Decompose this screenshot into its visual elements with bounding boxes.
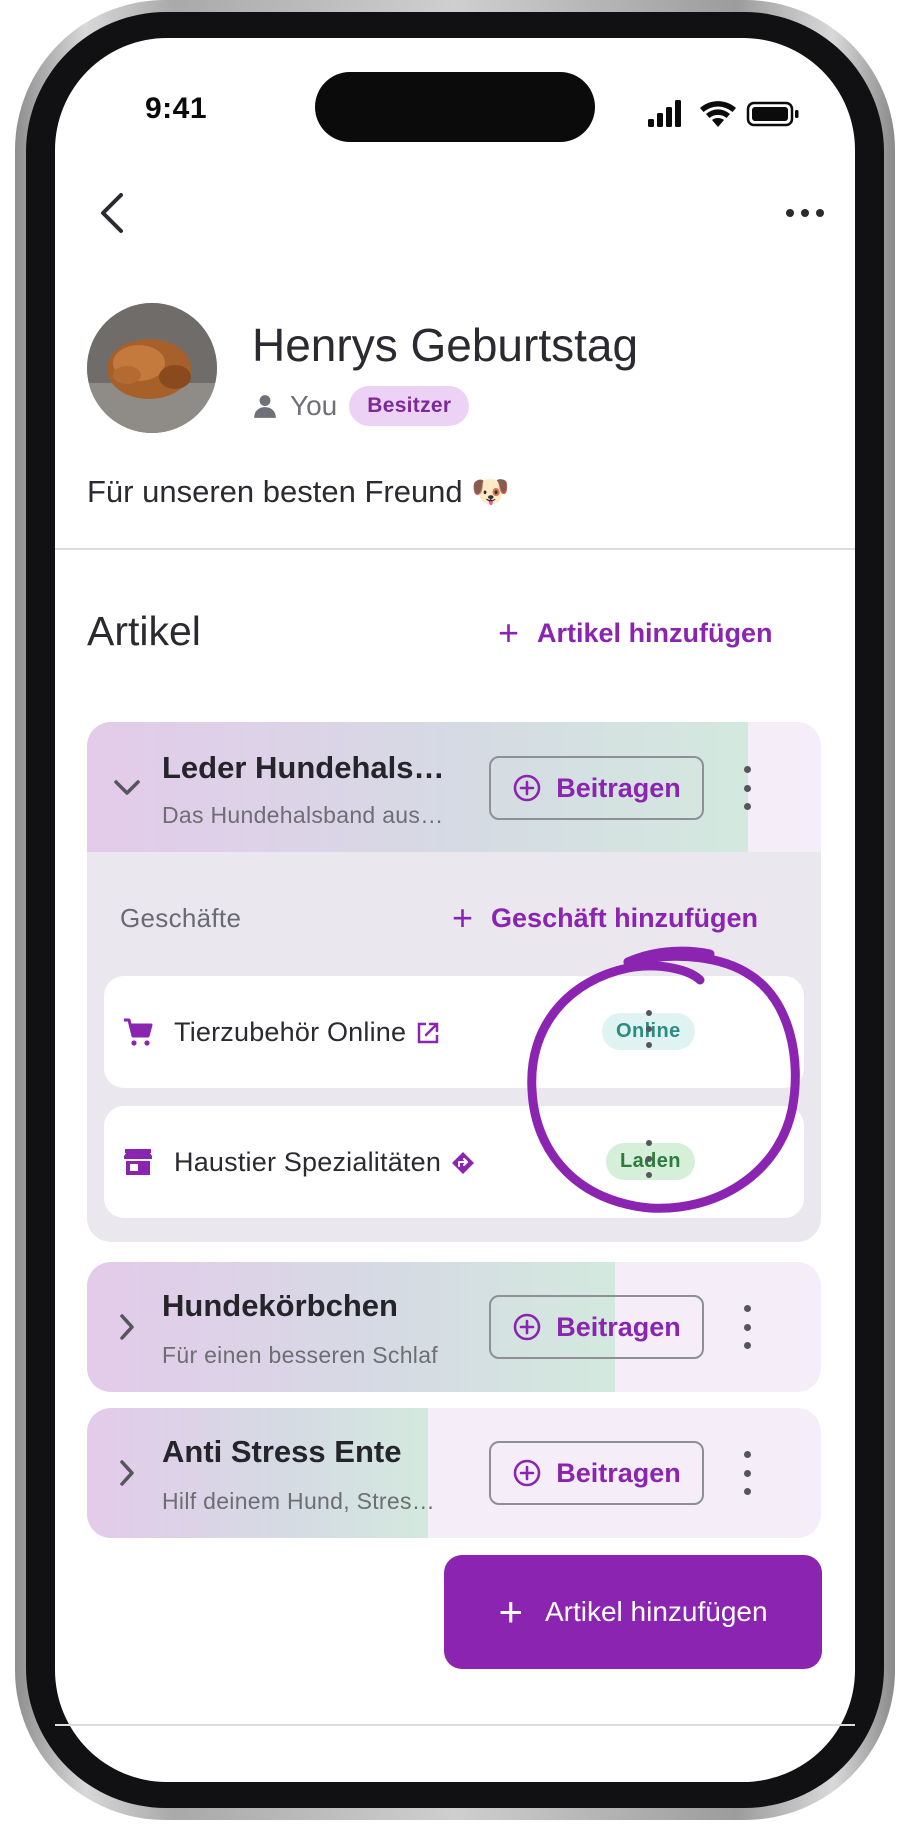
status-time: 9:41 xyxy=(145,92,208,125)
item-card-dog-basket[interactable]: Hundekörbchen Für einen besseren Schlaf … xyxy=(87,1262,821,1392)
item-subtitle: Hilf deinem Hund, Stres… xyxy=(162,1488,436,1514)
person-icon xyxy=(254,395,276,418)
plus-circle-icon xyxy=(513,1459,541,1487)
contribute-button-label: Beitragen xyxy=(556,1457,681,1488)
chevron-right-icon xyxy=(120,1314,134,1340)
item-menu-button[interactable] xyxy=(737,1305,757,1349)
item-name: Hundekörbchen xyxy=(162,1288,398,1323)
plus-circle-icon xyxy=(513,1313,541,1341)
wifi-icon xyxy=(700,101,736,127)
status-icons xyxy=(648,97,808,131)
shop-name: Tierzubehör Online xyxy=(174,1017,407,1047)
event-description: Für unseren besten Freund 🐶 xyxy=(87,474,510,509)
item-name: Anti Stress Ente xyxy=(162,1434,402,1469)
contribute-button-label: Beitragen xyxy=(556,772,681,803)
plus-icon: + xyxy=(452,897,474,938)
contribute-button[interactable]: Beitragen xyxy=(489,756,704,820)
more-button[interactable] xyxy=(780,198,830,228)
owner-row: You Besitzer xyxy=(252,385,470,427)
add-shop-link-label: Geschäft hinzufügen xyxy=(491,902,759,933)
storefront-icon xyxy=(124,1149,152,1175)
contribute-button-label: Beitragen xyxy=(556,1311,681,1342)
back-button[interactable] xyxy=(90,188,134,238)
shop-menu-button[interactable] xyxy=(639,1010,659,1048)
plus-icon: + xyxy=(498,1588,523,1635)
shop-name-wrap: Tierzubehör Online xyxy=(174,1017,440,1048)
plus-icon: + xyxy=(498,612,520,653)
shopping-cart-icon xyxy=(124,1018,153,1046)
plus-circle-icon xyxy=(513,774,541,802)
bottom-divider xyxy=(55,1724,855,1726)
external-link-icon xyxy=(417,1022,439,1043)
add-shop-link[interactable]: + Geschäft hinzufügen xyxy=(452,900,758,936)
item-menu-button[interactable] xyxy=(737,766,757,810)
directions-icon xyxy=(452,1151,475,1174)
event-title: Henrys Geburtstag xyxy=(252,319,639,371)
chevron-left-icon xyxy=(101,193,123,233)
shop-name-wrap: Haustier Spezialitäten xyxy=(174,1147,475,1178)
chevron-down-icon xyxy=(114,780,140,795)
more-horizontal-icon xyxy=(786,209,824,217)
owner-badge: Besitzer xyxy=(349,386,470,426)
item-name: Leder Hundehals… xyxy=(162,750,445,785)
add-item-fab-label: Artikel hinzufügen xyxy=(544,1596,768,1627)
items-section-title: Artikel xyxy=(87,608,201,654)
collapse-toggle[interactable] xyxy=(109,770,145,806)
contribute-button[interactable]: Beitragen xyxy=(489,1441,704,1505)
item-card-leather-collar[interactable]: Leder Hundehals… Das Hundehalsband aus… … xyxy=(87,722,821,854)
shop-menu-button[interactable] xyxy=(639,1140,659,1178)
battery-icon xyxy=(746,101,799,127)
expand-toggle[interactable] xyxy=(109,1309,145,1345)
item-subtitle: Für einen besseren Schlaf xyxy=(162,1342,438,1368)
item-subtitle: Das Hundehalsband aus… xyxy=(162,802,444,828)
add-item-link-label: Artikel hinzufügen xyxy=(537,617,773,648)
chevron-right-icon xyxy=(120,1460,134,1486)
cellular-signal-icon xyxy=(648,100,681,127)
add-item-fab[interactable]: + Artikel hinzufügen xyxy=(444,1555,822,1669)
section-divider xyxy=(55,548,855,550)
event-avatar xyxy=(87,303,217,433)
shop-row-store[interactable]: Haustier Spezialitäten Laden xyxy=(104,1106,804,1218)
item-card-anti-stress-duck[interactable]: Anti Stress Ente Hilf deinem Hund, Stres… xyxy=(87,1408,821,1538)
shops-label: Geschäfte xyxy=(120,903,242,933)
shop-name: Haustier Spezialitäten xyxy=(174,1147,442,1177)
dynamic-island xyxy=(315,72,595,142)
shop-row-online[interactable]: Tierzubehör Online Online xyxy=(104,976,804,1088)
add-item-link[interactable]: + Artikel hinzufügen xyxy=(498,615,773,651)
item-menu-button[interactable] xyxy=(737,1451,757,1495)
expand-toggle[interactable] xyxy=(109,1455,145,1491)
owner-name: You xyxy=(290,390,338,421)
contribute-button[interactable]: Beitragen xyxy=(489,1295,704,1359)
